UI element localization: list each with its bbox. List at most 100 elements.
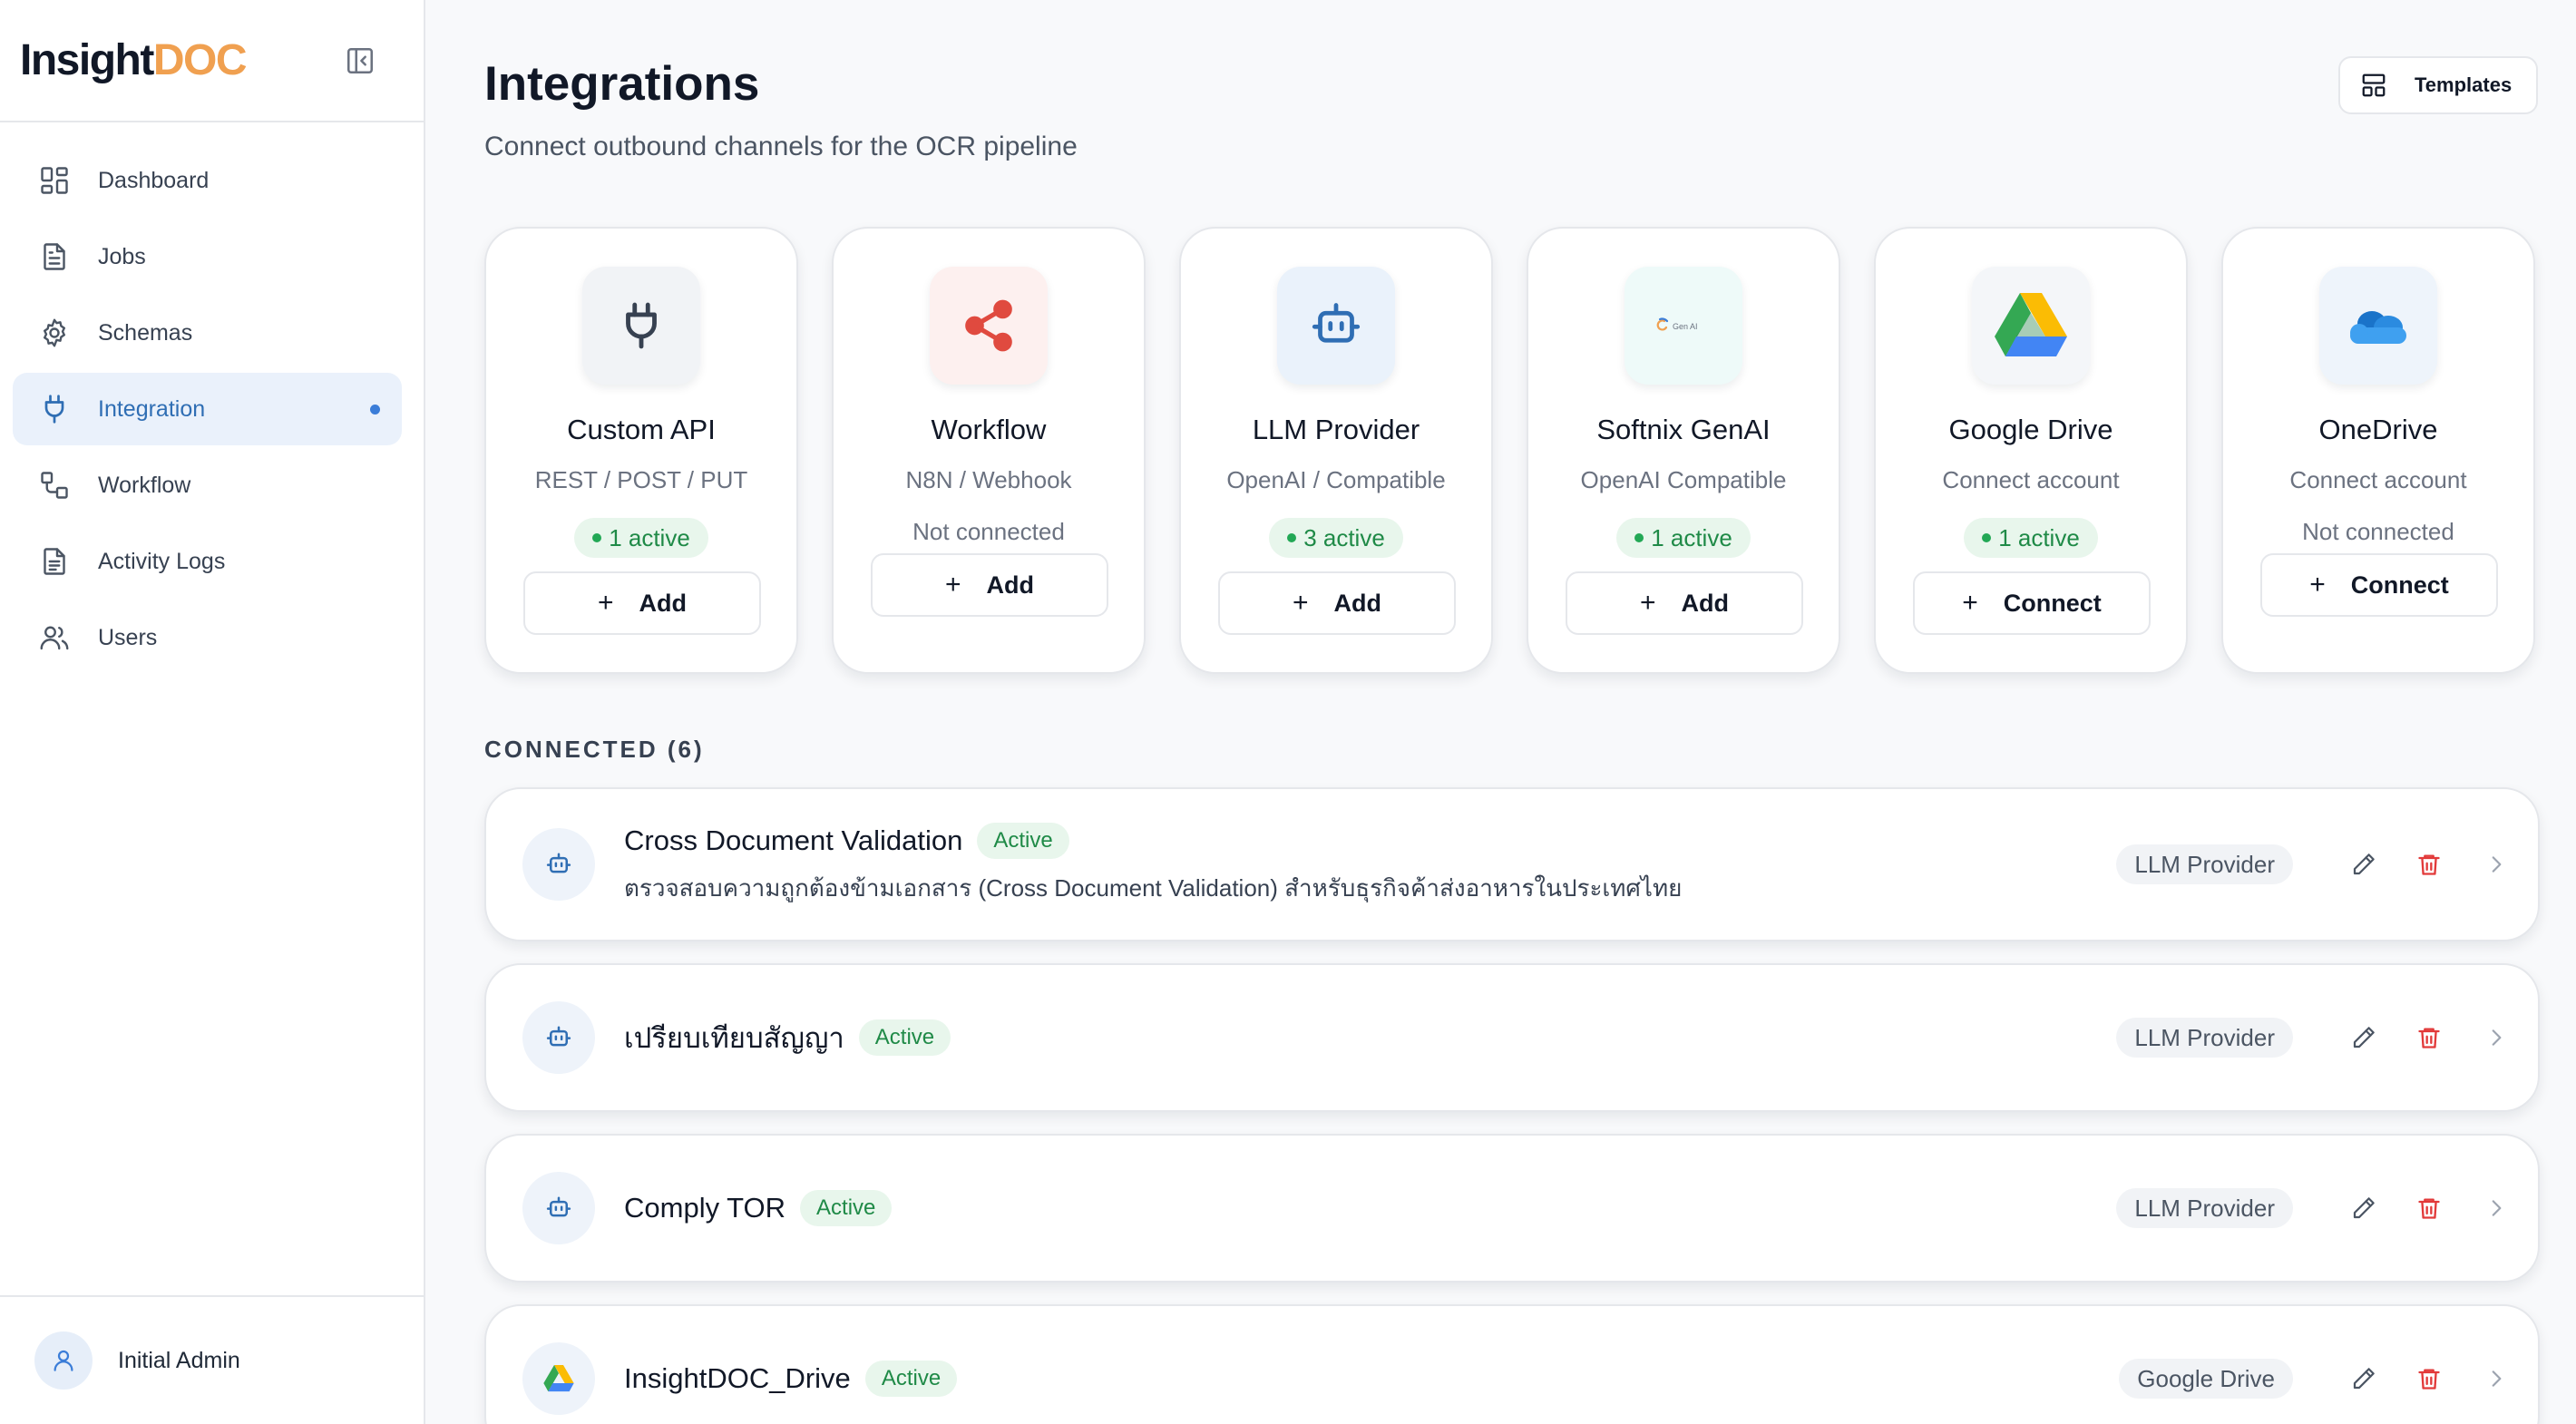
genai-logo-text: Gen AI xyxy=(1673,322,1698,331)
expand-button[interactable] xyxy=(2478,1190,2514,1226)
trash-icon xyxy=(2418,1369,2440,1390)
sidebar: InsightDOC Dashboard Jobs Schemas Integr… xyxy=(0,0,425,1424)
list-item[interactable]: Comply TOR Active LLM Provider xyxy=(484,1134,2540,1283)
status-badge: Active xyxy=(800,1190,893,1226)
brand-header: InsightDOC xyxy=(0,0,424,122)
add-workflow-button[interactable]: + Add xyxy=(871,553,1108,617)
provider-tag: LLM Provider xyxy=(2116,1018,2293,1058)
integration-cards: Custom API REST / POST / PUT 1 active + A… xyxy=(484,227,2535,674)
row-head: Comply TOR Active xyxy=(624,1190,893,1226)
pencil-icon xyxy=(2353,1197,2375,1219)
status-dot xyxy=(1634,533,1644,542)
card-google-drive: Google Drive Connect account 1 active + C… xyxy=(1874,227,2188,674)
card-subtitle: N8N / Webhook xyxy=(905,466,1072,493)
add-llm-provider-button[interactable]: + Add xyxy=(1218,571,1456,635)
sidebar-item-label: Workflow xyxy=(98,472,191,498)
row-text: InsightDOC_Drive Active xyxy=(624,1361,958,1397)
trash-icon xyxy=(2418,1198,2440,1219)
delete-button[interactable] xyxy=(2411,1361,2447,1397)
logo-text-insight: Insight xyxy=(20,36,154,84)
card-title: LLM Provider xyxy=(1252,414,1420,445)
edit-button[interactable] xyxy=(2346,1361,2382,1397)
status-text: 1 active xyxy=(609,523,690,551)
list-item[interactable]: Cross Document Validation Active ตรวจสอบ… xyxy=(484,787,2540,941)
edit-button[interactable] xyxy=(2346,1190,2382,1226)
card-workflow: Workflow N8N / Webhook Not connected + Ad… xyxy=(832,227,1146,674)
plus-icon: + xyxy=(1292,588,1309,618)
expand-button[interactable] xyxy=(2478,846,2514,883)
card-title: OneDrive xyxy=(2318,414,2438,445)
plug-icon xyxy=(36,391,73,427)
add-custom-api-button[interactable]: + Add xyxy=(523,571,761,635)
card-llm-provider: LLM Provider OpenAI / Compatible 3 activ… xyxy=(1179,227,1493,674)
sidebar-nav: Dashboard Jobs Schemas Integration Workf… xyxy=(0,122,424,674)
sidebar-item-jobs[interactable]: Jobs xyxy=(13,220,402,293)
templates-icon xyxy=(2360,72,2387,99)
sidebar-item-integration[interactable]: Integration xyxy=(13,373,402,445)
plus-icon: + xyxy=(597,588,614,618)
softnix-genai-logo-icon: Gen AI xyxy=(1625,267,1742,385)
collapse-sidebar-button[interactable] xyxy=(342,43,378,79)
card-title: Workflow xyxy=(931,414,1047,445)
row-title: Comply TOR xyxy=(624,1192,786,1224)
active-indicator-dot xyxy=(370,404,380,415)
status-text: 3 active xyxy=(1303,523,1385,551)
button-label: Connect xyxy=(2003,589,2102,617)
card-custom-api: Custom API REST / POST / PUT 1 active + A… xyxy=(484,227,798,674)
row-title: InsightDOC_Drive xyxy=(624,1362,851,1394)
provider-tag: LLM Provider xyxy=(2116,844,2293,884)
app-logo[interactable]: InsightDOC xyxy=(20,35,247,85)
card-title: Google Drive xyxy=(1948,414,2113,445)
connected-list: Cross Document Validation Active ตรวจสอบ… xyxy=(484,787,2540,1424)
row-text: Cross Document Validation Active ตรวจสอบ… xyxy=(624,822,1682,907)
status-dot xyxy=(592,533,602,542)
status-dot xyxy=(1982,533,1992,542)
add-softnix-genai-button[interactable]: + Add xyxy=(1566,571,1803,635)
user-profile[interactable]: Initial Admin xyxy=(0,1295,424,1424)
log-icon xyxy=(36,543,73,580)
share-icon xyxy=(930,267,1048,385)
connect-google-drive-button[interactable]: + Connect xyxy=(1913,571,2151,635)
sidebar-item-label: Integration xyxy=(98,395,206,422)
sidebar-item-schemas[interactable]: Schemas xyxy=(13,297,402,369)
edit-button[interactable] xyxy=(2346,846,2382,883)
delete-button[interactable] xyxy=(2411,1190,2447,1226)
sidebar-item-workflow[interactable]: Workflow xyxy=(13,449,402,522)
main-content: Integrations Connect outbound channels f… xyxy=(427,0,2576,1424)
expand-button[interactable] xyxy=(2478,1361,2514,1397)
connect-onedrive-button[interactable]: + Connect xyxy=(2260,553,2498,617)
sidebar-item-dashboard[interactable]: Dashboard xyxy=(13,144,402,217)
sidebar-item-activity-logs[interactable]: Activity Logs xyxy=(13,525,402,598)
button-label: Connect xyxy=(2350,571,2449,599)
status-text: 1 active xyxy=(1651,523,1732,551)
card-subtitle: REST / POST / PUT xyxy=(534,466,748,493)
delete-button[interactable] xyxy=(2411,846,2447,883)
templates-button[interactable]: Templates xyxy=(2338,56,2538,114)
plus-icon: + xyxy=(2309,570,2326,600)
card-subtitle: OpenAI Compatible xyxy=(1580,466,1787,493)
list-item[interactable]: เปรียบเทียบสัญญา Active LLM Provider xyxy=(484,963,2540,1112)
google-drive-icon xyxy=(1972,267,2090,385)
row-head: Cross Document Validation Active xyxy=(624,822,1682,859)
sidebar-item-label: Activity Logs xyxy=(98,548,226,574)
list-item[interactable]: InsightDOC_Drive Active Google Drive xyxy=(484,1304,2540,1424)
plus-icon: + xyxy=(944,570,961,600)
button-label: Add xyxy=(1333,589,1381,617)
sidebar-item-users[interactable]: Users xyxy=(13,601,402,674)
edit-button[interactable] xyxy=(2346,1019,2382,1056)
row-title: Cross Document Validation xyxy=(624,824,963,856)
card-softnix-genai: Gen AI Softnix GenAI OpenAI Compatible 1… xyxy=(1527,227,1840,674)
user-icon xyxy=(54,1350,73,1371)
status-badge: Active xyxy=(977,822,1069,859)
row-title: เปรียบเทียบสัญญา xyxy=(624,1022,844,1054)
expand-button[interactable] xyxy=(2478,1019,2514,1056)
avatar xyxy=(34,1331,93,1390)
sidebar-item-label: Schemas xyxy=(98,319,193,346)
chevron-right-icon xyxy=(2492,1370,2502,1387)
status-badge: 3 active xyxy=(1269,518,1403,558)
status-badge: 1 active xyxy=(1616,518,1751,558)
pencil-icon xyxy=(2353,1368,2375,1390)
pencil-icon xyxy=(2353,1027,2375,1048)
delete-button[interactable] xyxy=(2411,1019,2447,1056)
row-head: เปรียบเทียบสัญญา Active xyxy=(624,1015,951,1060)
